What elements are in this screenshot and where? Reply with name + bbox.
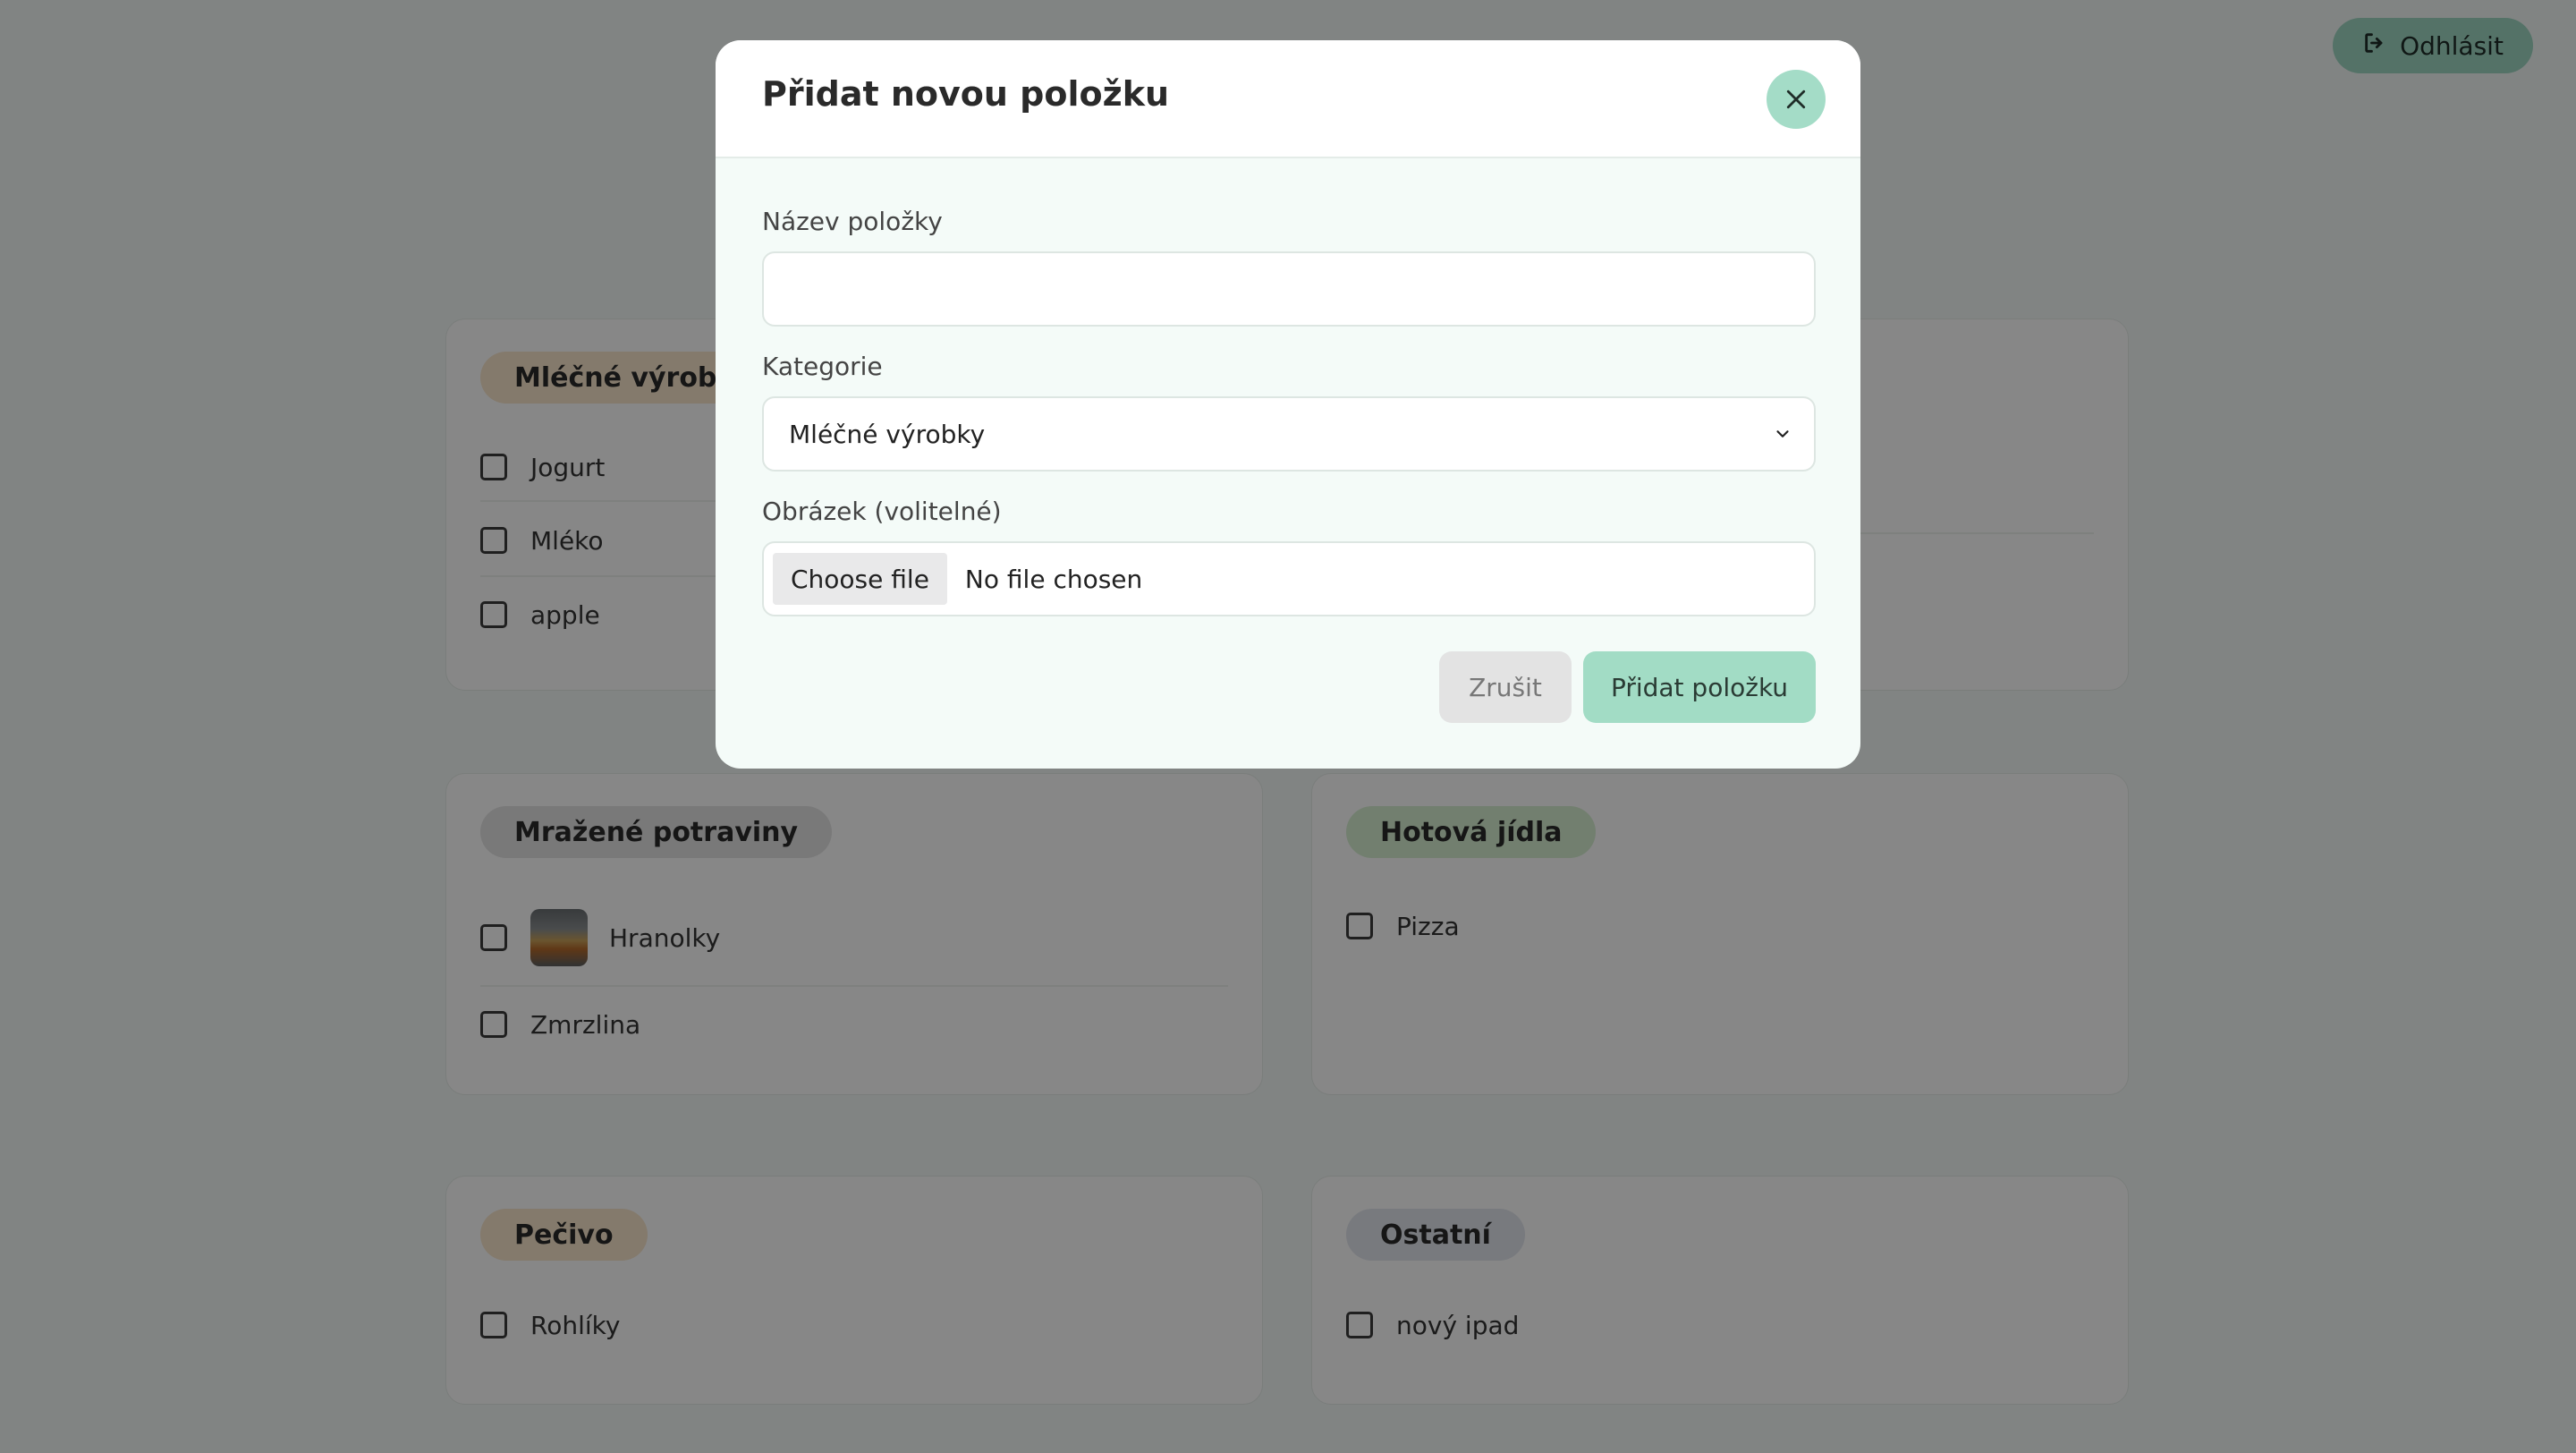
category-select-value: Mléčné výrobky (789, 419, 986, 449)
choose-file-button[interactable]: Choose file (773, 553, 947, 605)
cancel-button[interactable]: Zrušit (1439, 651, 1572, 723)
add-item-button[interactable]: Přidat položku (1583, 651, 1816, 723)
item-name-input[interactable] (762, 251, 1816, 327)
image-file-input: Choose file No file chosen (762, 541, 1816, 616)
file-status-text: No file chosen (964, 564, 1143, 594)
chevron-down-icon (1776, 430, 1789, 438)
category-label: Kategorie (762, 352, 883, 381)
dialog-header: Přidat novou položku (716, 40, 1860, 158)
add-item-dialog: Přidat novou položku Název položky Kateg… (716, 40, 1860, 769)
item-name-label: Název položky (762, 207, 943, 236)
dialog-title: Přidat novou položku (762, 74, 1170, 114)
close-icon (1786, 89, 1806, 109)
image-label: Obrázek (volitelné) (762, 497, 1002, 526)
close-button[interactable] (1767, 70, 1826, 129)
category-select[interactable]: Mléčné výrobky (762, 396, 1816, 472)
